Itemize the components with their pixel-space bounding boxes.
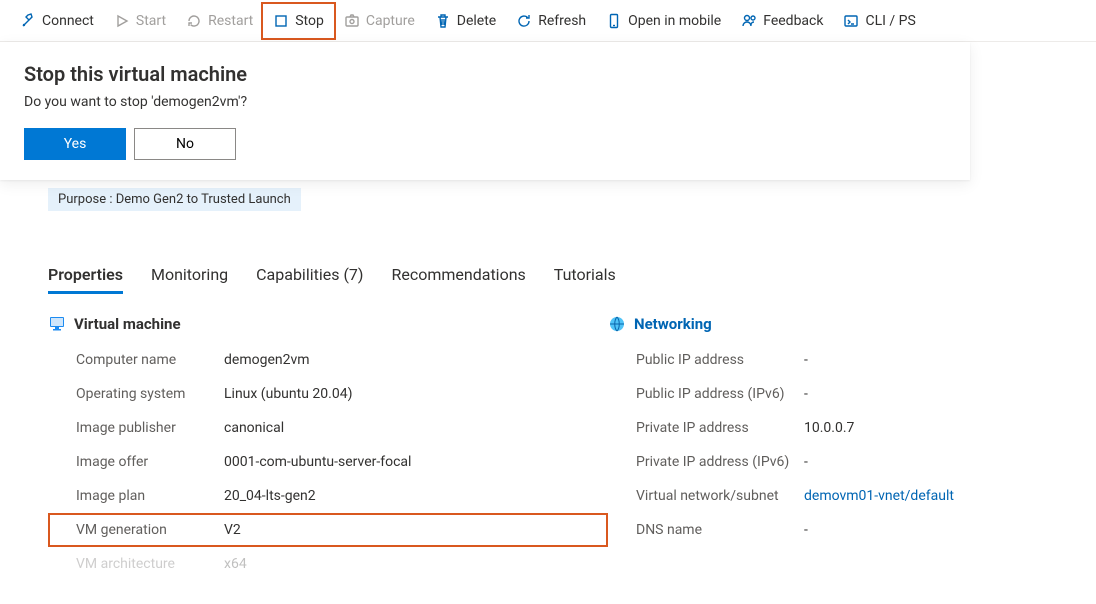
delete-button[interactable]: Delete: [425, 4, 506, 38]
feedback-icon: [741, 13, 757, 29]
networking-section-title[interactable]: Networking: [634, 315, 712, 333]
prop-label: DNS name: [608, 522, 804, 538]
capture-button: Capture: [334, 4, 425, 38]
mobile-icon: [606, 13, 622, 29]
prop-value: 10.0.0.7: [804, 420, 1096, 436]
open-mobile-button[interactable]: Open in mobile: [596, 4, 731, 38]
connect-button[interactable]: Connect: [10, 4, 104, 38]
dialog-message: Do you want to stop 'demogen2vm'?: [24, 94, 946, 110]
prop-label: Operating system: [48, 386, 224, 402]
command-bar: Connect Start Restart Stop Capture Delet…: [0, 0, 1096, 42]
table-row: Private IP address 10.0.0.7: [608, 411, 1096, 445]
tab-capabilities[interactable]: Capabilities (7): [256, 259, 363, 294]
vm-section-title: Virtual machine: [74, 315, 181, 333]
play-icon: [114, 13, 130, 29]
restart-button: Restart: [176, 4, 263, 38]
prop-value: Linux (ubuntu 20.04): [224, 386, 608, 402]
prop-value: -: [804, 386, 1096, 402]
connect-label: Connect: [42, 13, 94, 29]
networking-icon: [608, 315, 626, 333]
refresh-icon: [516, 13, 532, 29]
prop-value: x64: [224, 556, 608, 572]
prop-value: -: [804, 522, 1096, 538]
tab-recommendations[interactable]: Recommendations: [391, 259, 525, 294]
table-row: Image offer 0001-com-ubuntu-server-focal: [48, 445, 608, 479]
yes-button[interactable]: Yes: [24, 128, 126, 160]
networking-section: Networking Public IP address - Public IP…: [608, 315, 1096, 581]
properties-pane: Virtual machine Computer name demogen2vm…: [0, 295, 1096, 581]
table-row: Image plan 20_04-lts-gen2: [48, 479, 608, 513]
tab-properties[interactable]: Properties: [48, 259, 123, 294]
table-row: Private IP address (IPv6) -: [608, 445, 1096, 479]
cli-button[interactable]: CLI / PS: [833, 4, 925, 38]
start-label: Start: [136, 13, 166, 29]
start-button: Start: [104, 4, 176, 38]
connect-icon: [20, 13, 36, 29]
tag-row: Purpose : Demo Gen2 to Trusted Launch: [0, 180, 1096, 211]
dialog-title: Stop this virtual machine: [24, 62, 946, 86]
feedback-label: Feedback: [763, 13, 823, 29]
delete-icon: [435, 13, 451, 29]
table-row: Operating system Linux (ubuntu 20.04): [48, 377, 608, 411]
capture-icon: [344, 13, 360, 29]
tab-tutorials[interactable]: Tutorials: [554, 259, 616, 294]
prop-label: Image offer: [48, 454, 224, 470]
tag-purpose[interactable]: Purpose : Demo Gen2 to Trusted Launch: [48, 188, 301, 211]
prop-label: VM architecture: [48, 556, 224, 572]
refresh-button[interactable]: Refresh: [506, 4, 596, 38]
capture-label: Capture: [366, 13, 415, 29]
stop-confirm-dialog: Stop this virtual machine Do you want to…: [0, 42, 970, 180]
restart-icon: [186, 13, 202, 29]
prop-value-link[interactable]: demovm01-vnet/default: [804, 488, 1096, 504]
refresh-label: Refresh: [538, 13, 586, 29]
dialog-buttons: Yes No: [24, 128, 946, 160]
tabstrip: Properties Monitoring Capabilities (7) R…: [0, 259, 1096, 295]
table-row: Public IP address (IPv6) -: [608, 377, 1096, 411]
cli-label: CLI / PS: [865, 13, 915, 29]
restart-label: Restart: [208, 13, 253, 29]
prop-label: Computer name: [48, 352, 224, 368]
vm-icon: [48, 315, 66, 333]
delete-label: Delete: [457, 13, 496, 29]
feedback-button[interactable]: Feedback: [731, 4, 833, 38]
tab-monitoring[interactable]: Monitoring: [151, 259, 228, 294]
prop-value: -: [804, 454, 1096, 470]
prop-label: Image plan: [48, 488, 224, 504]
table-row-vm-generation: VM generation V2: [48, 513, 608, 547]
prop-label: Private IP address (IPv6): [608, 454, 804, 470]
networking-section-header: Networking: [608, 315, 1096, 333]
prop-label: Public IP address: [608, 352, 804, 368]
prop-label: VM generation: [48, 522, 224, 538]
prop-label: Public IP address (IPv6): [608, 386, 804, 402]
table-row: Virtual network/subnet demovm01-vnet/def…: [608, 479, 1096, 513]
no-button[interactable]: No: [134, 128, 236, 160]
table-row: Public IP address -: [608, 343, 1096, 377]
vm-prop-table: Computer name demogen2vm Operating syste…: [48, 343, 608, 581]
cli-icon: [843, 13, 859, 29]
stop-label: Stop: [295, 13, 324, 29]
table-row: Image publisher canonical: [48, 411, 608, 445]
prop-value: demogen2vm: [224, 352, 608, 368]
prop-value: canonical: [224, 420, 608, 436]
prop-label: Image publisher: [48, 420, 224, 436]
prop-value: 0001-com-ubuntu-server-focal: [224, 454, 608, 470]
stop-button[interactable]: Stop: [263, 4, 334, 38]
stop-icon: [273, 13, 289, 29]
table-row: Computer name demogen2vm: [48, 343, 608, 377]
vm-section-header: Virtual machine: [48, 315, 608, 333]
prop-value: -: [804, 352, 1096, 368]
table-row: VM architecture x64: [48, 547, 608, 581]
open-mobile-label: Open in mobile: [628, 13, 721, 29]
prop-value: 20_04-lts-gen2: [224, 488, 608, 504]
table-row: DNS name -: [608, 513, 1096, 547]
prop-label: Virtual network/subnet: [608, 488, 804, 504]
prop-value: V2: [224, 522, 608, 538]
net-prop-table: Public IP address - Public IP address (I…: [608, 343, 1096, 547]
vm-section: Virtual machine Computer name demogen2vm…: [48, 315, 608, 581]
prop-label: Private IP address: [608, 420, 804, 436]
